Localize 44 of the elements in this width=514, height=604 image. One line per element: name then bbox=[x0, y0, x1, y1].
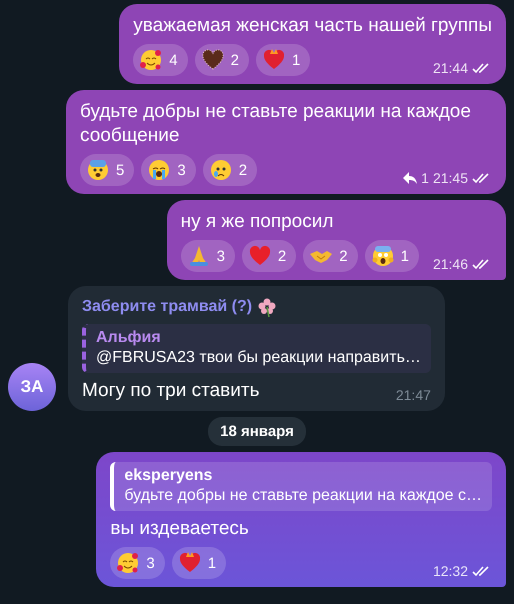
quote-text: будьте добры не ставьте реакции на каждое с… bbox=[124, 487, 482, 505]
emoji-icon bbox=[139, 48, 164, 72]
fire-heart-icon bbox=[178, 551, 202, 575]
message-text: будьте добры не ставьте реакции на каждое сообщение bbox=[80, 100, 472, 148]
quote-author: Альфия bbox=[96, 329, 162, 347]
emoji-icon bbox=[116, 551, 140, 575]
reaction-chip[interactable]: 2 bbox=[242, 240, 296, 272]
message-time: 21:47 bbox=[396, 387, 431, 403]
message-text: уважаемая женская часть нашей группы bbox=[133, 14, 492, 38]
emoji-icon bbox=[147, 158, 172, 182]
flower-icon bbox=[256, 296, 278, 318]
heart-icon bbox=[248, 244, 272, 268]
quote-author: eksperyens bbox=[124, 467, 214, 485]
message-text: ну я же попросил bbox=[180, 210, 334, 234]
message-text: вы издеваетесь bbox=[110, 517, 250, 541]
reaction-chip[interactable]: 1 bbox=[364, 240, 419, 272]
emoji-icon bbox=[370, 244, 395, 268]
message-time: 21:46 bbox=[432, 256, 468, 272]
reaction-chip[interactable]: 3 bbox=[180, 240, 235, 272]
reaction-chip[interactable]: 1 bbox=[172, 547, 226, 579]
sender-name[interactable]: Заберите трамвай (?) bbox=[82, 298, 252, 316]
reaction-chip[interactable]: 2 bbox=[202, 154, 258, 186]
chocolate-heart-icon bbox=[200, 48, 225, 72]
reply-icon bbox=[403, 172, 418, 184]
message-time: 21:44 bbox=[432, 60, 468, 76]
date-label: 18 января bbox=[208, 417, 306, 446]
reaction-chip[interactable]: 3 bbox=[110, 547, 165, 579]
fire-heart-icon bbox=[262, 48, 286, 72]
reply-count[interactable]: 1 bbox=[421, 170, 429, 186]
emoji-icon bbox=[86, 158, 110, 182]
message-time: 21:45 bbox=[432, 170, 468, 186]
reaction-chip[interactable]: 2 bbox=[194, 44, 249, 76]
message-text: Могу по три ставить bbox=[82, 379, 260, 403]
quote-text: @FBRUSA23 твои бы реакции направить… bbox=[96, 349, 421, 367]
emoji-icon bbox=[208, 158, 233, 182]
reply-quote[interactable]: Альфия @FBRUSA23 твои бы реакции направить… bbox=[82, 324, 431, 373]
message-time: 12:32 bbox=[432, 563, 468, 579]
reaction-chip[interactable]: 1 bbox=[256, 44, 310, 76]
reaction-chip[interactable]: 4 bbox=[133, 44, 188, 76]
reaction-chip[interactable]: 3 bbox=[141, 154, 196, 186]
avatar[interactable]: ЗА bbox=[8, 363, 56, 411]
reply-quote[interactable]: eksperyens будьте добры не ставьте реакции на каждое с… bbox=[110, 462, 492, 511]
reaction-chip[interactable]: 2 bbox=[303, 240, 358, 272]
reaction-chip[interactable]: 5 bbox=[80, 154, 134, 186]
